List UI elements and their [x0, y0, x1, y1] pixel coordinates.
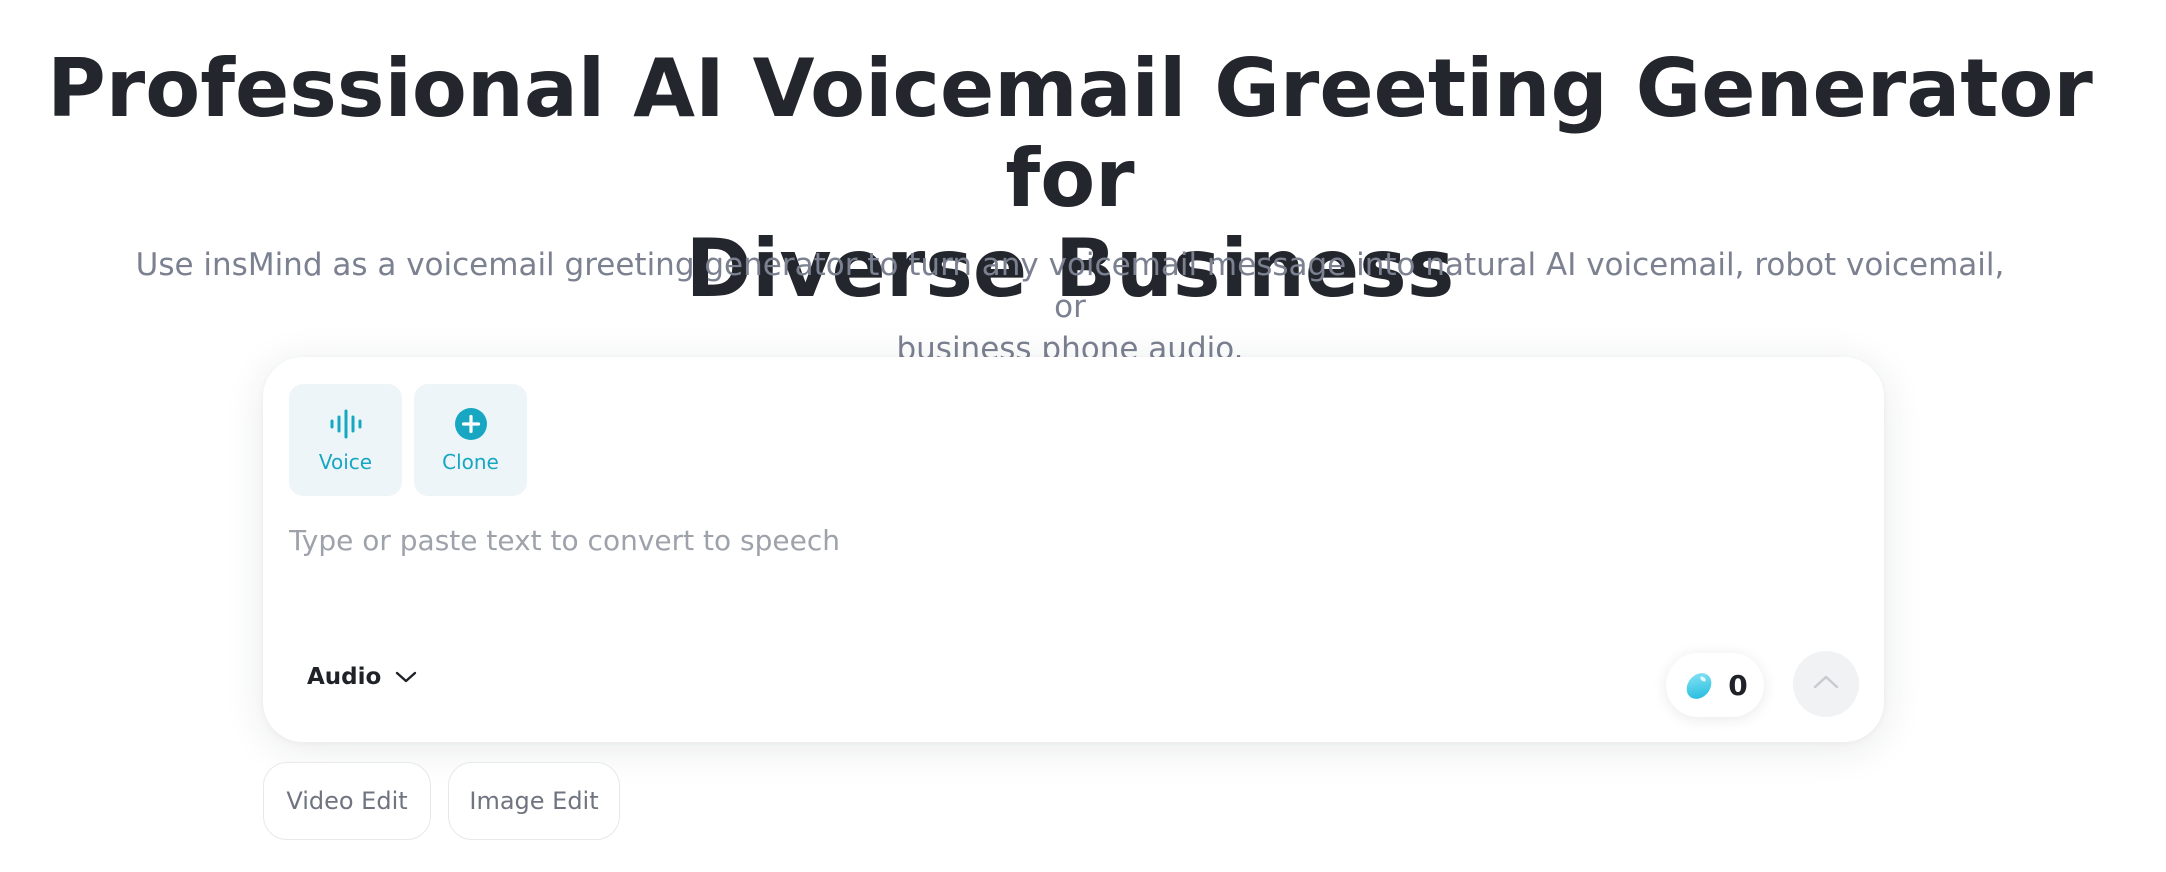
- output-type-label: Audio: [307, 664, 382, 690]
- plus-circle-icon: [453, 406, 489, 442]
- clone-button-label: Clone: [442, 450, 499, 474]
- submit-button[interactable]: [1793, 651, 1859, 717]
- output-type-dropdown[interactable]: Audio: [307, 657, 417, 697]
- chevron-down-icon: [395, 670, 417, 684]
- credit-bean-icon: [1682, 668, 1716, 702]
- tts-editor-card: Voice Clone Audio: [263, 357, 1884, 742]
- video-edit-chip[interactable]: Video Edit: [263, 762, 431, 840]
- credit-count: 0: [1728, 668, 1748, 702]
- voice-button[interactable]: Voice: [289, 384, 402, 496]
- page-subtitle: Use insMind as a voicemail greeting gene…: [130, 244, 2010, 370]
- image-edit-chip[interactable]: Image Edit: [448, 762, 620, 840]
- page-title-line-1: Professional AI Voicemail Greeting Gener…: [47, 42, 2093, 225]
- voice-button-label: Voice: [318, 450, 373, 474]
- chevron-up-icon: [1813, 674, 1839, 695]
- soundwave-icon: [328, 406, 364, 442]
- page-subtitle-line-1: Use insMind as a voicemail greeting gene…: [135, 247, 2005, 325]
- speech-text-input[interactable]: [289, 522, 1849, 612]
- clone-button[interactable]: Clone: [414, 384, 527, 496]
- credit-balance: 0: [1666, 653, 1764, 717]
